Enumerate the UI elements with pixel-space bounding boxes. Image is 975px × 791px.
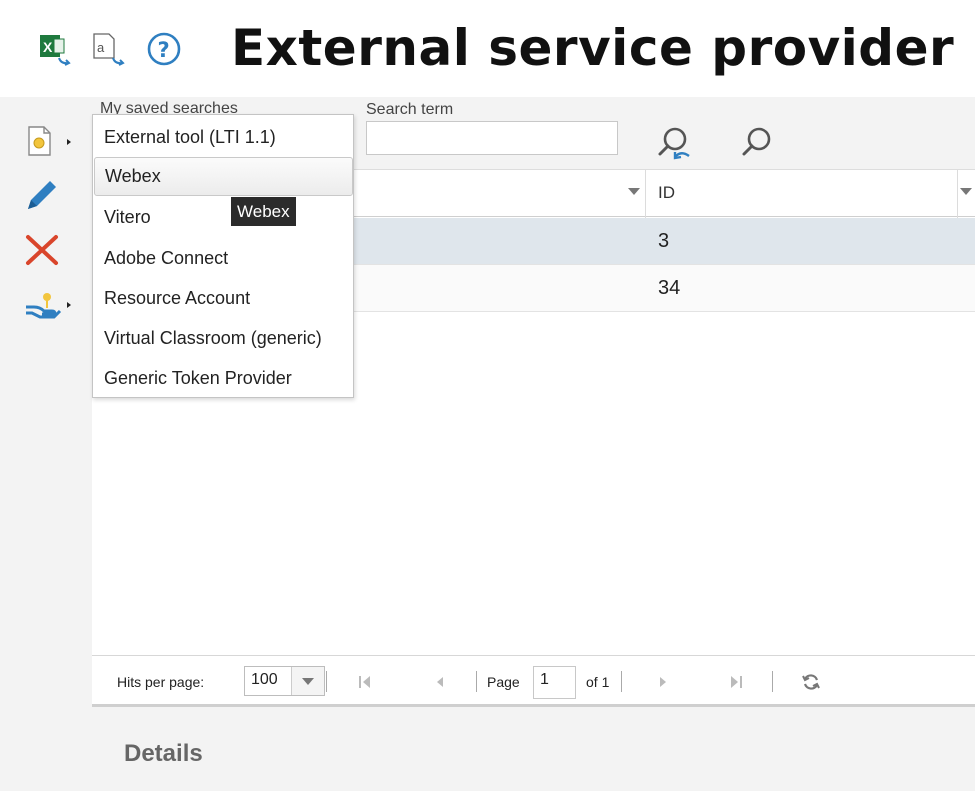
help-icon[interactable]: ? bbox=[145, 30, 185, 70]
menu-item-external-tool[interactable]: External tool (LTI 1.1) bbox=[93, 117, 355, 157]
page-title: External service provider bbox=[231, 19, 955, 77]
hits-per-page-select[interactable]: 100 bbox=[244, 666, 325, 696]
menu-item-resource-account[interactable]: Resource Account bbox=[93, 278, 355, 318]
excel-export-icon[interactable]: X bbox=[37, 30, 77, 70]
pager-separator bbox=[772, 671, 773, 692]
search-button[interactable] bbox=[738, 124, 778, 164]
reset-search-icon bbox=[655, 127, 695, 168]
id-cell: 34 bbox=[658, 277, 681, 299]
menu-item-generic-token-provider[interactable]: Generic Token Provider bbox=[93, 358, 355, 398]
reset-search-button[interactable] bbox=[655, 124, 695, 164]
edit-pencil-icon bbox=[20, 181, 80, 220]
id-cell: 3 bbox=[658, 230, 670, 252]
id-column-header[interactable]: ID bbox=[658, 183, 675, 203]
chevron-down-icon[interactable] bbox=[291, 667, 324, 695]
name-column-menu-icon[interactable] bbox=[628, 188, 640, 195]
page-number-input[interactable]: 1 bbox=[533, 666, 576, 699]
column-separator[interactable] bbox=[645, 170, 646, 218]
menu-item-webex[interactable]: Webex bbox=[94, 157, 353, 196]
hits-per-page-value: 100 bbox=[251, 671, 278, 688]
pager-separator bbox=[621, 671, 622, 692]
hits-per-page-label: Hits per page: bbox=[117, 674, 205, 690]
page-header: X a ? External service provider bbox=[0, 0, 975, 97]
pager-separator bbox=[476, 671, 477, 692]
menu-item-vitero[interactable]: Vitero bbox=[93, 197, 355, 237]
refresh-icon[interactable] bbox=[801, 673, 821, 691]
search-term-input[interactable] bbox=[366, 121, 618, 155]
page-label: Page bbox=[487, 674, 520, 690]
new-document-icon bbox=[20, 126, 80, 166]
menu-item-adobe-connect[interactable]: Adobe Connect bbox=[93, 238, 355, 278]
text-export-icon[interactable]: a bbox=[91, 30, 131, 70]
id-column-menu-icon[interactable] bbox=[960, 188, 972, 195]
search-icon bbox=[738, 127, 778, 168]
previous-page-icon[interactable] bbox=[431, 673, 451, 691]
svg-text:X: X bbox=[43, 39, 53, 55]
svg-text:?: ? bbox=[158, 38, 170, 62]
pagination-bar: Hits per page: 100 Page 1 of 1 bbox=[92, 655, 975, 707]
new-provider-menu: External tool (LTI 1.1) Webex Vitero Ado… bbox=[92, 114, 354, 398]
menu-item-virtual-classroom[interactable]: Virtual Classroom (generic) bbox=[93, 318, 355, 358]
key-hand-icon bbox=[20, 293, 80, 329]
delete-x-icon bbox=[20, 235, 80, 274]
delete-button[interactable] bbox=[20, 230, 80, 270]
edit-button[interactable] bbox=[20, 176, 80, 216]
next-page-icon[interactable] bbox=[652, 673, 672, 691]
menu-tooltip: Webex bbox=[231, 197, 296, 226]
search-term-label: Search term bbox=[366, 101, 454, 118]
new-provider-button[interactable] bbox=[20, 122, 80, 162]
page-count-label: of 1 bbox=[586, 674, 610, 690]
details-heading: Details bbox=[124, 740, 203, 767]
pager-separator bbox=[326, 671, 327, 692]
last-page-icon[interactable] bbox=[725, 673, 745, 691]
first-page-icon[interactable] bbox=[356, 673, 376, 691]
svg-text:a: a bbox=[97, 40, 105, 55]
column-separator[interactable] bbox=[957, 170, 958, 218]
assign-key-button[interactable] bbox=[20, 285, 80, 325]
